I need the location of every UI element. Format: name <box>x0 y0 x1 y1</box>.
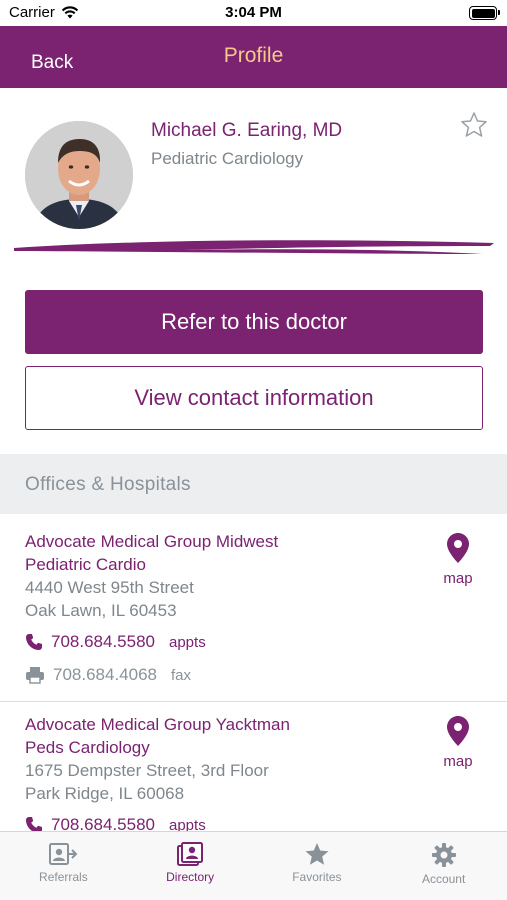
phone-icon <box>26 634 42 650</box>
decorative-brush-stroke <box>14 240 494 254</box>
office-org-name[interactable]: Advocate Medical Group Midwest Pediatric… <box>25 530 278 576</box>
view-contact-button[interactable]: View contact information <box>25 366 483 430</box>
referrals-icon <box>49 843 78 865</box>
office-item: Advocate Medical Group Midwest Pediatric… <box>0 530 507 700</box>
offices-section-header: Offices & Hospitals <box>0 454 507 514</box>
map-button[interactable]: map <box>432 715 484 770</box>
star-icon <box>305 843 329 865</box>
tab-label: Account <box>421 872 466 886</box>
tab-account[interactable]: Account <box>380 832 507 900</box>
nav-header: Back Profile <box>0 26 507 88</box>
phone-number: 708.684.5580 <box>51 632 155 651</box>
gear-icon <box>431 843 456 867</box>
tab-directory[interactable]: Directory <box>127 832 254 900</box>
map-label: map <box>443 753 473 770</box>
map-pin-icon <box>447 533 469 563</box>
fax-row: 708.684.4068 fax <box>25 665 191 685</box>
phone-row[interactable]: 708.684.5580 appts <box>25 632 206 652</box>
directory-icon <box>177 842 204 866</box>
fax-icon <box>26 667 44 684</box>
divider <box>0 701 507 702</box>
tab-label: Favorites <box>292 870 342 884</box>
office-address: 4440 West 95th Street Oak Lawn, IL 60453 <box>25 578 194 620</box>
doctor-specialty: Pediatric Cardiology <box>151 149 304 168</box>
section-title: Offices & Hospitals <box>25 474 191 495</box>
tab-referrals[interactable]: Referrals <box>0 832 127 900</box>
clock: 3:04 PM <box>225 4 282 21</box>
tab-label: Referrals <box>39 870 88 884</box>
avatar <box>25 121 133 229</box>
fax-number: 708.684.4068 <box>53 665 157 684</box>
office-address: 1675 Dempster Street, 3rd Floor Park Rid… <box>25 761 269 803</box>
battery-icon <box>469 6 500 20</box>
tab-favorites[interactable]: Favorites <box>254 832 381 900</box>
map-label: map <box>443 570 473 587</box>
doctor-portrait-image <box>25 121 133 229</box>
phone-tag: appts <box>169 634 206 651</box>
refer-button[interactable]: Refer to this doctor <box>25 290 483 354</box>
doctor-name: Michael G. Earing, MD <box>151 120 343 141</box>
office-item: Advocate Medical Group Yacktman Peds Car… <box>0 713 507 834</box>
map-pin-icon <box>447 716 469 746</box>
favorite-star-icon[interactable] <box>459 110 489 140</box>
office-org-name[interactable]: Advocate Medical Group Yacktman Peds Car… <box>25 713 290 759</box>
page-title: Profile <box>223 44 284 67</box>
tab-label: Directory <box>166 870 215 884</box>
map-button[interactable]: map <box>432 532 484 587</box>
tab-bar: Referrals Directory Favorites Account <box>0 831 507 900</box>
status-bar: Carrier 3:04 PM <box>0 0 507 26</box>
fax-tag: fax <box>171 667 192 684</box>
